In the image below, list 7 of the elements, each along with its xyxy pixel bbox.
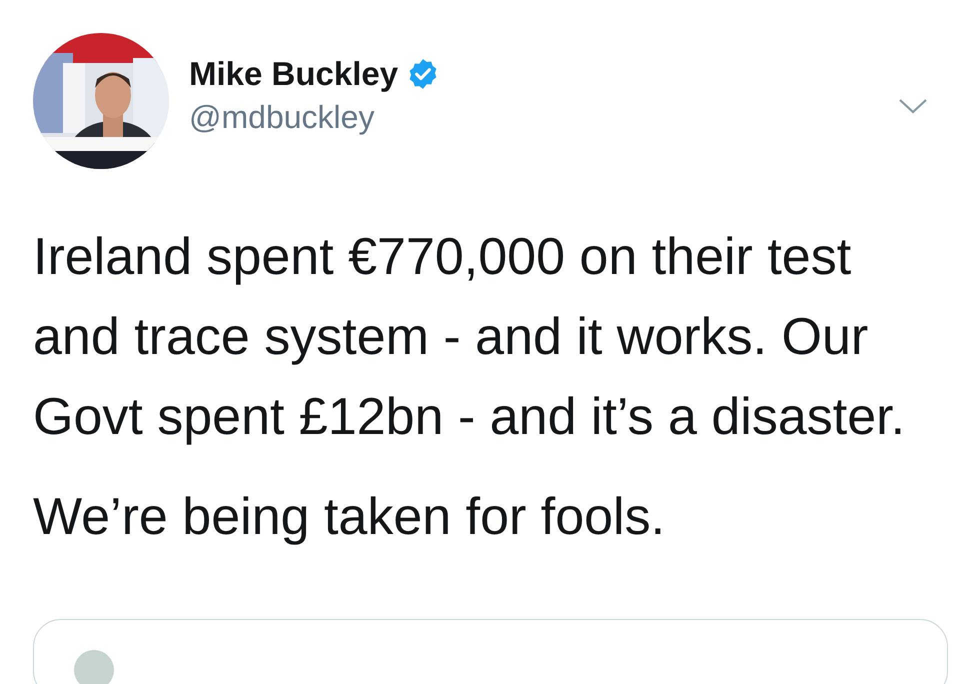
tweet-text: Ireland spent €770,000 on their test and trace system - and it works. Our Govt spent £12bn - and it’s a disaster. [33,227,906,448]
chevron-down-icon[interactable] [898,98,928,114]
quoted-card[interactable] [33,619,948,684]
author-handle[interactable]: @mdbuckley [189,99,440,136]
author-name[interactable]: Mike Buckley [189,55,398,93]
tweet-text: We’re being taken for fools. [33,487,666,548]
avatar-icon [74,650,114,684]
